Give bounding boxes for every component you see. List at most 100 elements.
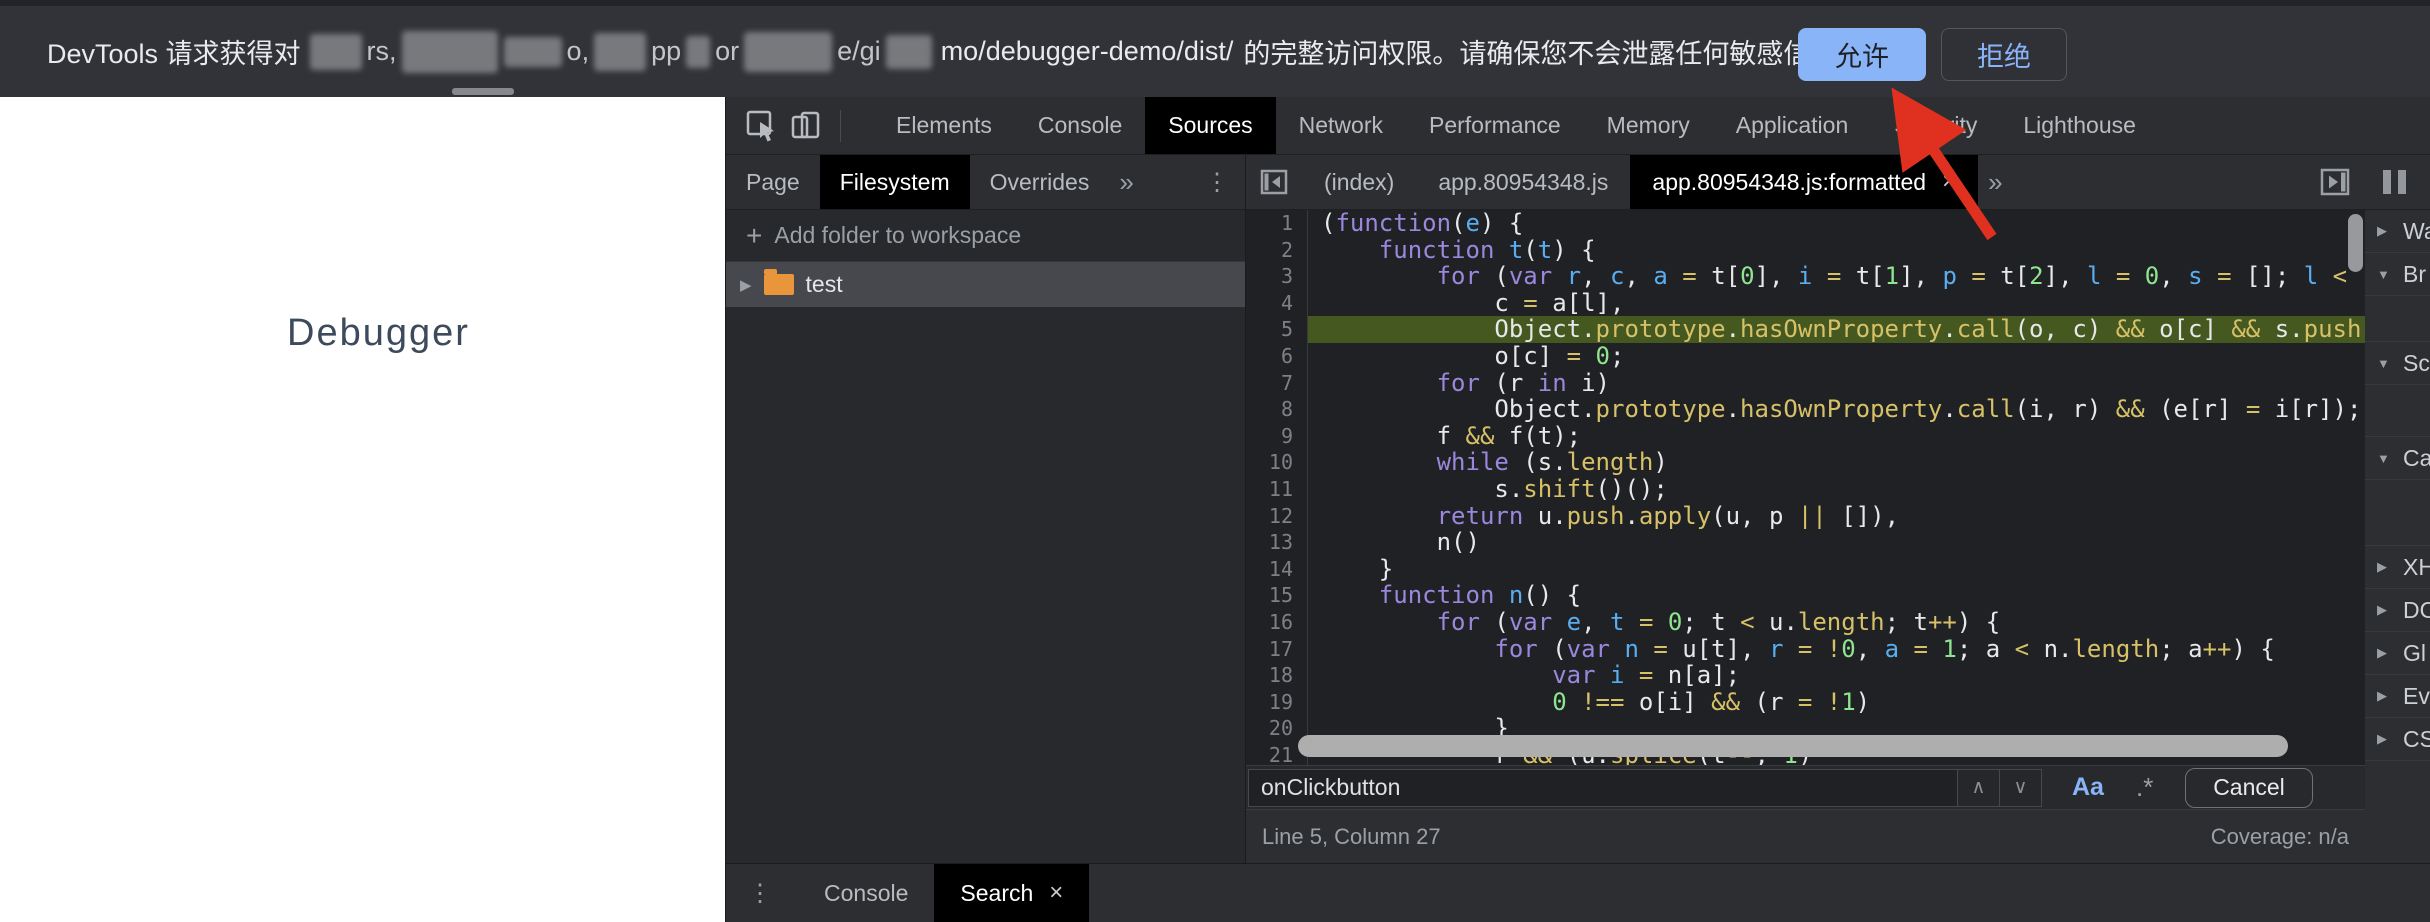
- match-case-toggle[interactable]: Aa: [2072, 773, 2104, 802]
- code-text[interactable]: for (var n = u[t], r = !0, a = 1; a < n.…: [1308, 636, 2365, 663]
- line-number[interactable]: 9: [1246, 422, 1308, 450]
- line-number[interactable]: 7: [1246, 369, 1308, 397]
- code-line[interactable]: 6 o[c] = 0;: [1246, 342, 2365, 370]
- code-text[interactable]: Object.prototype.hasOwnProperty.call(o, …: [1308, 316, 2365, 343]
- line-number[interactable]: 1: [1246, 210, 1308, 237]
- line-number[interactable]: 14: [1246, 555, 1308, 583]
- code-text[interactable]: n(): [1308, 529, 2365, 556]
- line-number[interactable]: 18: [1246, 662, 1308, 689]
- debugger-section-ev[interactable]: ▶ Ev: [2365, 675, 2430, 718]
- code-text[interactable]: o[c] = 0;: [1308, 343, 2365, 370]
- debugger-section-ca[interactable]: ▼ Ca: [2365, 437, 2430, 480]
- code-text[interactable]: 0 !== o[i] && (r = !1): [1308, 689, 2365, 716]
- code-text[interactable]: Object.prototype.hasOwnProperty.call(i, …: [1308, 396, 2365, 423]
- code-line[interactable]: 2 function t(t) {: [1246, 236, 2365, 264]
- debugger-section-gl[interactable]: ▶ Gl: [2365, 632, 2430, 675]
- tab-console[interactable]: Console: [1015, 97, 1145, 154]
- search-previous-button[interactable]: ∧: [1958, 768, 2000, 807]
- code-line[interactable]: 5 Object.prototype.hasOwnProperty.call(o…: [1246, 316, 2365, 343]
- inspect-element-icon[interactable]: [740, 104, 784, 148]
- file-tab-index[interactable]: (index): [1302, 155, 1416, 209]
- tree-expand-icon[interactable]: ▶: [740, 276, 752, 294]
- navigator-tab-overrides[interactable]: Overrides: [970, 155, 1110, 209]
- line-number[interactable]: 4: [1246, 289, 1308, 317]
- code-line[interactable]: 14 }: [1246, 555, 2365, 583]
- code-line[interactable]: 8 Object.prototype.hasOwnProperty.call(i…: [1246, 396, 2365, 423]
- navigator-more-icon[interactable]: ⋮: [1205, 168, 1229, 197]
- file-tab-app-80954348-js[interactable]: app.80954348.js: [1416, 155, 1630, 209]
- tree-item-folder[interactable]: ▶ test: [726, 262, 1245, 307]
- code-text[interactable]: return u.push.apply(u, p || []),: [1308, 503, 2365, 530]
- code-text[interactable]: for (var e, t = 0; t < u.length; t++) {: [1308, 609, 2365, 636]
- code-line[interactable]: 13 n(): [1246, 529, 2365, 556]
- debugger-section-br[interactable]: ▼ Br: [2365, 253, 2430, 296]
- close-icon[interactable]: ×: [1049, 879, 1063, 907]
- debugger-section-sc[interactable]: ▼ Sc: [2365, 342, 2430, 385]
- allow-button[interactable]: 允许: [1798, 28, 1926, 81]
- code-line[interactable]: 16 for (var e, t = 0; t < u.length; t++)…: [1246, 608, 2365, 636]
- code-text[interactable]: function t(t) {: [1308, 237, 2365, 264]
- code-text[interactable]: s.shift()();: [1308, 476, 2365, 503]
- line-number[interactable]: 17: [1246, 635, 1308, 663]
- tab-sources[interactable]: Sources: [1145, 97, 1276, 154]
- code-line[interactable]: 17 for (var n = u[t], r = !0, a = 1; a <…: [1246, 635, 2365, 663]
- code-text[interactable]: function n() {: [1308, 582, 2365, 609]
- code-text[interactable]: while (s.length): [1308, 449, 2365, 476]
- debugger-section-xh[interactable]: ▶ XH: [2365, 546, 2430, 589]
- search-input[interactable]: [1248, 768, 1958, 807]
- debugger-section-wa[interactable]: ▶ Wa: [2365, 210, 2430, 253]
- line-number[interactable]: 13: [1246, 529, 1308, 556]
- deny-button[interactable]: 拒绝: [1941, 28, 2067, 81]
- code-line[interactable]: 11 s.shift()();: [1246, 475, 2365, 503]
- drawer-more-icon[interactable]: ⋮: [726, 879, 798, 908]
- navigator-overflow-chevron-icon[interactable]: »: [1109, 167, 1143, 198]
- file-tabs-overflow-chevron-icon[interactable]: »: [1978, 167, 2012, 198]
- line-number[interactable]: 5: [1246, 316, 1308, 343]
- code-line[interactable]: 10 while (s.length): [1246, 449, 2365, 476]
- vertical-scrollbar[interactable]: [2348, 214, 2363, 272]
- line-number[interactable]: 15: [1246, 582, 1308, 609]
- code-text[interactable]: f && f(t);: [1308, 423, 2365, 450]
- tab-elements[interactable]: Elements: [873, 97, 1015, 154]
- file-tab-app-80954348-js-formatted[interactable]: app.80954348.js:formatted ×: [1630, 155, 1979, 209]
- line-number[interactable]: 16: [1246, 608, 1308, 636]
- code-line[interactable]: 18 var i = n[a];: [1246, 662, 2365, 689]
- code-text[interactable]: for (var r, c, a = t[0], i = t[1], p = t…: [1308, 263, 2365, 290]
- code-line[interactable]: 4 c = a[l],: [1246, 289, 2365, 317]
- tab-performance[interactable]: Performance: [1406, 97, 1584, 154]
- code-line[interactable]: 12 return u.push.apply(u, p || []),: [1246, 502, 2365, 530]
- line-number[interactable]: 12: [1246, 502, 1308, 530]
- line-number[interactable]: 11: [1246, 475, 1308, 503]
- code-line[interactable]: 19 0 !== o[i] && (r = !1): [1246, 688, 2365, 716]
- tab-network[interactable]: Network: [1276, 97, 1406, 154]
- line-number[interactable]: 10: [1246, 449, 1308, 476]
- line-number[interactable]: 8: [1246, 396, 1308, 423]
- navigator-tab-page[interactable]: Page: [726, 155, 820, 209]
- code-text[interactable]: for (r in i): [1308, 370, 2365, 397]
- line-number[interactable]: 2: [1246, 236, 1308, 264]
- hide-navigator-icon[interactable]: [1252, 160, 1296, 204]
- close-icon[interactable]: ×: [1942, 168, 1956, 196]
- line-number[interactable]: 19: [1246, 688, 1308, 716]
- code-line[interactable]: 3 for (var r, c, a = t[0], i = t[1], p =…: [1246, 263, 2365, 290]
- code-text[interactable]: var i = n[a];: [1308, 662, 2365, 689]
- pause-script-button[interactable]: [2365, 155, 2430, 210]
- code-editor[interactable]: 1 (function(e) {2 function t(t) {3 for (v…: [1246, 210, 2365, 765]
- horizontal-scrollbar[interactable]: [1298, 735, 2288, 757]
- cancel-button[interactable]: Cancel: [2185, 767, 2313, 808]
- add-folder-button[interactable]: + Add folder to workspace: [726, 210, 1245, 262]
- code-text[interactable]: c = a[l],: [1308, 290, 2365, 317]
- search-next-button[interactable]: ∨: [2000, 768, 2042, 807]
- tab-application[interactable]: Application: [1713, 97, 1872, 154]
- code-line[interactable]: 7 for (r in i): [1246, 369, 2365, 397]
- code-line[interactable]: 15 function n() {: [1246, 582, 2365, 609]
- line-number[interactable]: 20: [1246, 715, 1308, 742]
- show-debugger-sidebar-icon[interactable]: [2313, 160, 2357, 204]
- code-text[interactable]: }: [1308, 556, 2365, 583]
- drawer-tab-search[interactable]: Search ×: [934, 864, 1090, 922]
- device-toolbar-icon[interactable]: [784, 104, 828, 148]
- line-number[interactable]: 3: [1246, 263, 1308, 290]
- code-line[interactable]: 1 (function(e) {: [1246, 210, 2365, 237]
- line-number[interactable]: 6: [1246, 342, 1308, 370]
- tab-security[interactable]: Security: [1871, 97, 2000, 154]
